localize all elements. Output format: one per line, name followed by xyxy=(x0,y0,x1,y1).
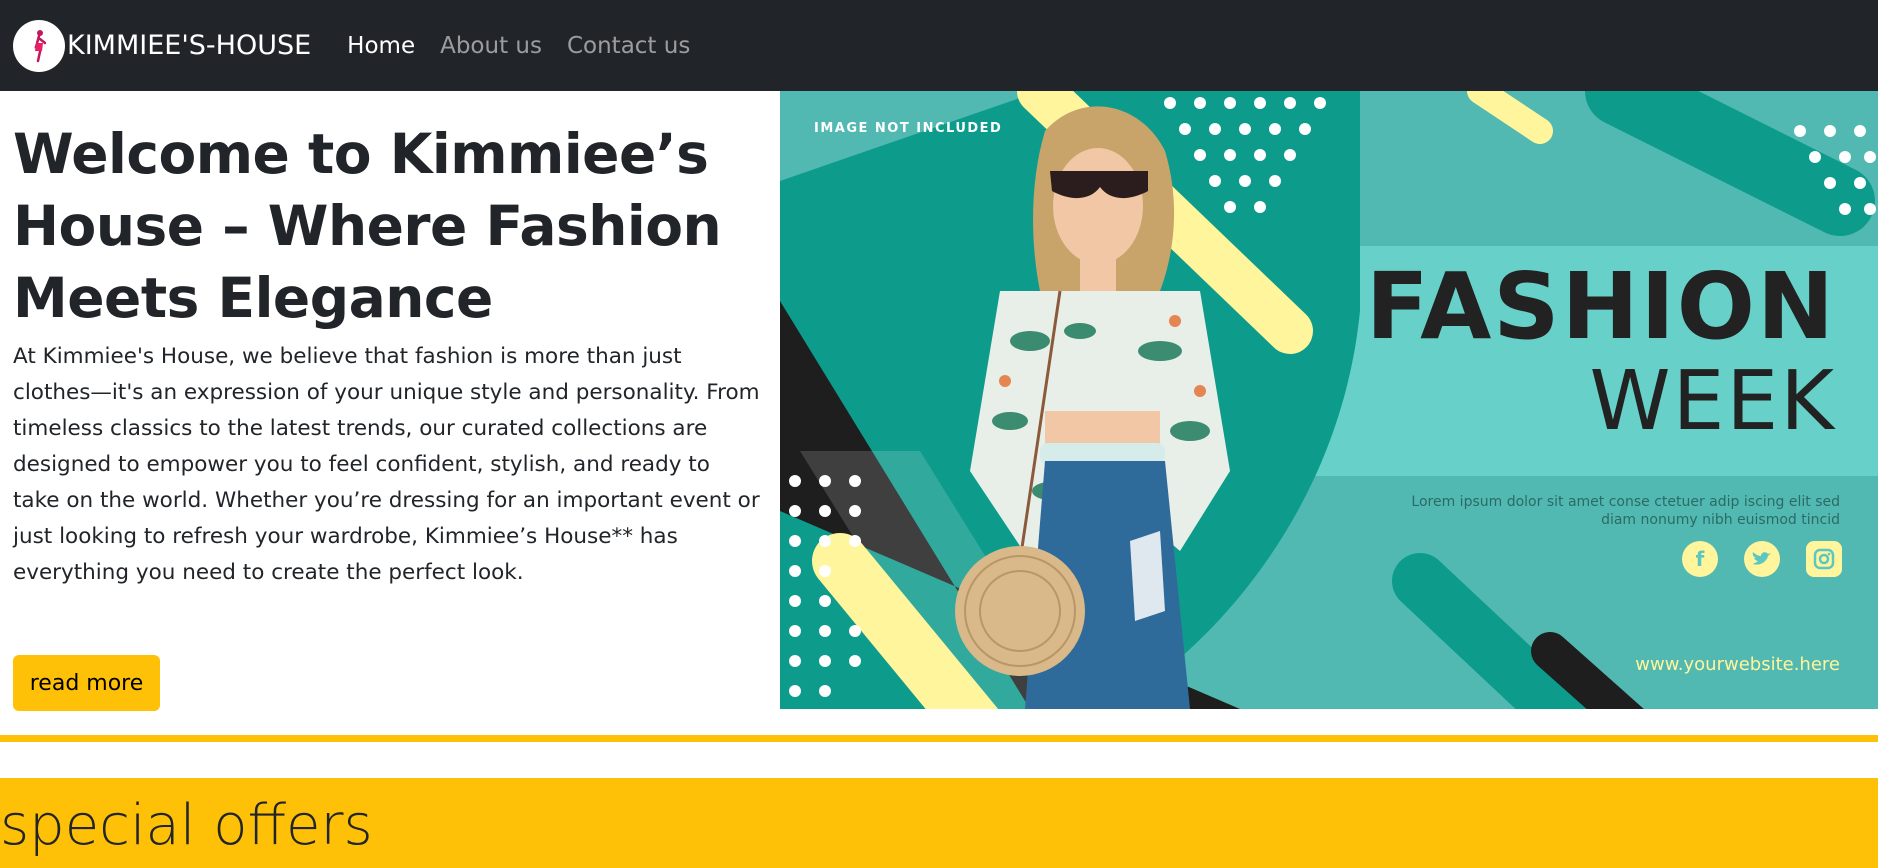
hero-description: At Kimmiee's House, we believe that fash… xyxy=(13,344,760,585)
section-divider xyxy=(0,735,1878,742)
nav-link-about[interactable]: About us xyxy=(440,33,542,59)
banner-headline-fashion: FASHION xyxy=(1365,253,1836,360)
image-not-included-label: IMAGE NOT INCLUDED xyxy=(814,121,1003,136)
hero-section: Welcome to Kimmiee’s House – Where Fashi… xyxy=(13,118,773,591)
hero-title: Welcome to Kimmiee’s House – Where Fashi… xyxy=(13,122,722,330)
instagram-icon xyxy=(1806,541,1842,577)
facebook-icon: f xyxy=(1682,541,1718,577)
brand-name[interactable]: KIMMIEE'S-HOUSE xyxy=(67,30,311,61)
navbar: KIMMIEE'S-HOUSE Home About us Contact us xyxy=(0,0,1878,91)
twitter-icon xyxy=(1744,541,1780,577)
read-more-button[interactable]: read more xyxy=(13,655,160,711)
banner-headline-week: WEEK xyxy=(1589,354,1836,449)
nav-link-contact[interactable]: Contact us xyxy=(567,33,690,59)
fashion-week-banner: IMAGE NOT INCLUDED FASHION WEEK Lorem ip… xyxy=(780,91,1878,709)
nav-link-home[interactable]: Home xyxy=(347,33,415,59)
brand-logo[interactable] xyxy=(13,19,65,72)
banner-lorem-text: Lorem ipsum dolor sit amet conse ctetuer… xyxy=(1411,494,1840,528)
banner-social-icons: f xyxy=(1682,541,1842,577)
fashion-figure-icon xyxy=(34,29,47,62)
special-offers-title: special offers xyxy=(0,793,373,858)
banner-website-text: www.yourwebsite.here xyxy=(1635,654,1840,675)
